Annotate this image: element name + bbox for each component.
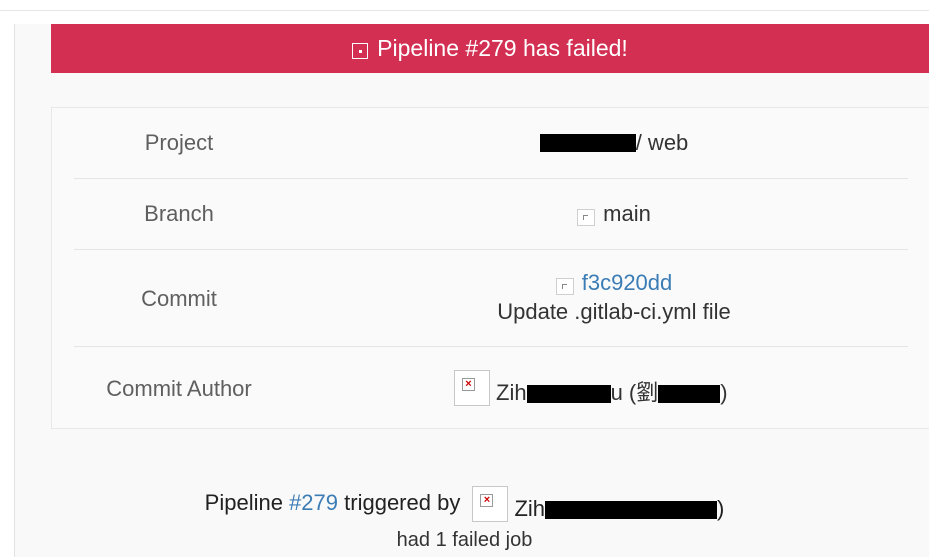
pipeline-details-card: Project / web Branch main Commit f3c920d…	[51, 107, 929, 429]
pipeline-link[interactable]: #279	[289, 490, 338, 515]
trigger-name-prefix: Zih	[514, 495, 546, 521]
commit-message: Update .gitlab-ci.yml file	[497, 299, 731, 324]
branch-icon	[577, 209, 596, 226]
broken-image-icon	[352, 42, 369, 59]
trigger-mid: triggered by	[344, 489, 461, 515]
commit-sha-link[interactable]: f3c920dd	[582, 270, 673, 295]
commit-sha-line[interactable]: f3c920dd	[414, 270, 814, 296]
commit-icon	[555, 278, 574, 295]
project-row: Project / web	[74, 108, 908, 179]
trigger-user-name: Zih)	[514, 496, 724, 521]
author-name-prefix: Zih	[496, 380, 527, 405]
author-name-suffix: )	[720, 380, 728, 405]
banner-title: Pipeline #279 has failed!	[377, 35, 628, 61]
project-label: Project	[144, 130, 214, 155]
broken-image-icon: ×	[480, 494, 494, 507]
branch-name: main	[603, 201, 651, 226]
author-avatar: ×	[454, 370, 490, 407]
author-value[interactable]: × Zih u (劉)	[454, 369, 728, 407]
redacted-trigger-name	[545, 501, 718, 519]
project-name: / web	[635, 130, 689, 155]
pipeline-trigger-line: Pipeline #279 triggered by × Zih)	[0, 486, 929, 522]
trigger-prefix: Pipeline	[204, 489, 283, 515]
failed-jobs-summary: had 1 failed job	[396, 529, 533, 551]
branch-label: Branch	[144, 201, 214, 226]
author-name: Zih u (劉)	[496, 380, 728, 405]
trigger-user-avatar: ×	[472, 486, 509, 522]
redacted-namespace	[539, 134, 636, 153]
author-label: Commit Author	[106, 376, 252, 401]
project-value[interactable]: / web	[414, 130, 814, 156]
commit-label: Commit	[141, 286, 217, 311]
broken-image-icon: ×	[462, 378, 475, 392]
pipeline-failed-banner: Pipeline #279 has failed!	[51, 24, 929, 73]
redacted-author-chinese	[658, 385, 721, 404]
trigger-name-suffix: )	[717, 495, 725, 521]
commit-row: Commit f3c920dd Update .gitlab-ci.yml fi…	[74, 250, 908, 347]
author-row: Commit Author × Zih u (劉)	[74, 347, 908, 429]
top-divider	[0, 10, 929, 11]
branch-row: Branch main	[74, 179, 908, 250]
branch-value[interactable]: main	[414, 201, 814, 227]
author-name-mid: u (劉	[610, 380, 659, 405]
redacted-author-name	[526, 385, 611, 404]
